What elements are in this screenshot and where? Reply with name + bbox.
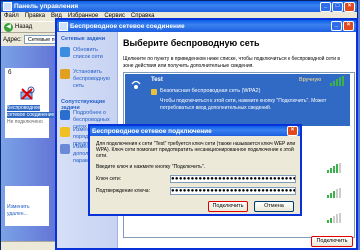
menu-edit[interactable]: Правка — [25, 13, 45, 20]
wireless-window-title: Беспроводное сетевое соединение — [70, 22, 185, 30]
wireless-icon — [59, 21, 68, 31]
dialog-description: Для подключения к сети "Test" требуется … — [96, 141, 296, 159]
bottom-partial1: Изменить — [7, 204, 30, 210]
close-button[interactable]: × — [343, 21, 354, 31]
network-security: Безопасная беспроводная сеть (WPA2) — [160, 88, 261, 94]
network-key-input[interactable]: ●●●●●●●●●●●●●●●●●●●●●●●●●●●●●●●●●●●●●● — [170, 175, 296, 183]
signal-strength-icon-3 — [327, 188, 341, 198]
bottom-partial2: удален... — [7, 211, 28, 217]
dialog-connect-button[interactable]: Подключить — [208, 201, 248, 212]
back-button-label[interactable]: Назад — [15, 24, 32, 30]
task-refresh[interactable]: Обновить список сети — [60, 47, 115, 61]
page-heading: Выберите беспроводную сеть — [123, 38, 260, 48]
control-panel-titlebar[interactable]: Панель управления _ □ × — [1, 1, 357, 12]
signal-strength-icon-2 — [327, 163, 341, 173]
wireless-adapter-icon — [19, 86, 35, 102]
confirm-key-label: Подтверждение ключа: — [96, 188, 150, 194]
address-label: Адрес: — [3, 36, 22, 43]
wireless-antenna-icon — [129, 78, 143, 92]
key-label: Ключ сети: — [96, 176, 122, 182]
wireless-titlebar[interactable]: Беспроводное сетевое соединение _ × — [57, 20, 356, 32]
network-status: Вручную — [299, 77, 322, 83]
partial-text: б — [8, 70, 12, 76]
window-title: Панель управления — [14, 3, 79, 10]
lock-icon — [151, 89, 157, 95]
minimize-button[interactable]: _ — [320, 1, 331, 12]
maximize-button[interactable]: □ — [332, 1, 343, 12]
dialog-title: Беспроводное сетевое подключение — [92, 127, 212, 135]
info-icon — [60, 110, 70, 120]
item-status: Не подключено — [7, 119, 43, 125]
minimize-button[interactable]: _ — [331, 21, 342, 31]
network-description: Чтобы подключиться к этой сети, нажмите … — [160, 98, 327, 111]
star-icon — [60, 127, 70, 137]
dialog-cancel-button[interactable]: Отмена — [254, 201, 294, 212]
back-arrow-icon[interactable]: ◀ — [4, 22, 13, 32]
close-button[interactable]: × — [344, 1, 355, 12]
intro-text: Щелкните по пункту в приведенном ниже сп… — [123, 56, 341, 69]
network-settings-icon — [60, 144, 70, 154]
network-name: Test — [151, 77, 163, 83]
confirm-key-input[interactable]: ●●●●●●●●●●●●●●●●●●●●●●●●●●●●●●●●●●●●●● — [170, 187, 296, 195]
connect-network-button[interactable]: Подключить — [311, 236, 353, 247]
wireless-connection-item[interactable]: Беспроводное сетевое соединение Не подкл… — [7, 86, 55, 132]
lower-panel: Изменить удален... — [5, 186, 49, 226]
item-label-line2: сетевое соединение — [7, 112, 55, 118]
refresh-icon — [60, 47, 70, 57]
task-setup-label: Установить беспроводную сеть — [73, 69, 110, 89]
signal-strength-icon — [330, 76, 344, 86]
explorer-left-pane: б Беспроводное сетевое соединение Не под… — [1, 46, 56, 241]
network-icon — [3, 2, 12, 11]
dialog-titlebar[interactable]: Беспроводное сетевое подключение × — [90, 126, 300, 136]
setup-icon — [60, 69, 70, 79]
signal-strength-icon-4 — [327, 213, 341, 223]
task-refresh-label: Обновить список сети — [73, 47, 103, 60]
task-setup[interactable]: Установить беспроводную сеть — [60, 69, 115, 90]
item-label-line1: Беспроводное — [7, 105, 41, 111]
connection-panel: б Беспроводное сетевое соединение Не под… — [5, 68, 55, 138]
network-tasks-title: Сетевые задачи — [61, 36, 106, 42]
network-key-dialog: Беспроводное сетевое подключение × Для п… — [88, 124, 302, 216]
dialog-prompt: Введите ключ и нажмите кнопку "Подключит… — [96, 164, 206, 170]
dialog-close-button[interactable]: × — [287, 126, 298, 136]
menu-file[interactable]: Файл — [4, 13, 19, 20]
network-item-test[interactable]: Test Вручную Безопасная беспроводная сет… — [125, 74, 350, 126]
